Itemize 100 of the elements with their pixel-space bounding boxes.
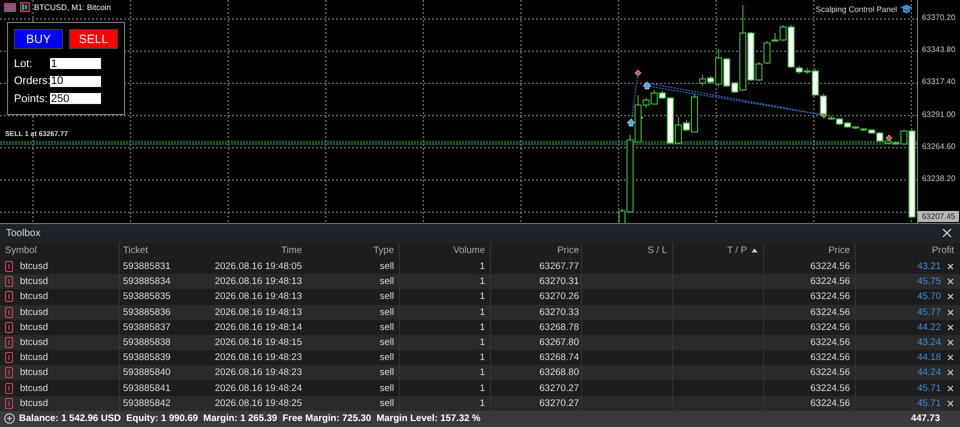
field-label: Lot:: [14, 58, 34, 70]
table-cell: 1: [480, 291, 485, 302]
buy-button[interactable]: BUY: [14, 29, 63, 49]
column-header[interactable]: Profit: [856, 242, 960, 259]
close-icon[interactable]: [942, 228, 952, 238]
table-cell: 63224.56: [810, 322, 850, 333]
table-cell: 63224.56: [810, 367, 850, 378]
table-cell: 63224.56: [810, 306, 850, 318]
table-row[interactable]: btcusd 593885838 2026.08.16 19:48:15 sell 1 63267.80 63224.56 43.24: [0, 334, 960, 350]
column-header[interactable]: Ticket: [120, 242, 202, 259]
table-cell: sell: [380, 276, 394, 288]
table-cell: 1: [480, 352, 485, 364]
diamond-icon: [634, 70, 642, 76]
panel-title: Scalping Control Panel: [816, 4, 898, 14]
table-cell: sell: [380, 261, 394, 272]
order-icon: [5, 382, 13, 394]
chart-icon[interactable]: [20, 2, 30, 12]
table-row[interactable]: btcusd 593885834 2026.08.16 19:48:13 sell 1 63270.31 63224.56 45.75: [0, 274, 960, 290]
order-icon: [5, 367, 13, 378]
close-icon[interactable]: [947, 384, 954, 392]
input-field[interactable]: 1: [50, 58, 101, 70]
table-cell: 1: [480, 398, 485, 409]
table-cell: 63224.56: [810, 337, 850, 348]
sell-button[interactable]: SELL: [69, 29, 118, 49]
diamond-icon: [886, 134, 892, 142]
table-cell: btcusd: [20, 398, 48, 409]
table-cell: 44.24: [917, 367, 941, 378]
expand-icon[interactable]: [4, 413, 15, 424]
table-cell: 45.71: [917, 398, 941, 409]
column-header[interactable]: Time: [202, 242, 307, 259]
table-cell: btcusd: [20, 337, 48, 348]
table-cell: 593885834: [123, 276, 171, 288]
table-row[interactable]: btcusd 593885839 2026.08.16 19:48:23 sell 1 63268.74 63224.56 44.18: [0, 350, 960, 366]
close-icon[interactable]: [947, 369, 954, 376]
table-cell: 2026.08.16 19:48:24: [214, 382, 302, 394]
table-cell: 593885835: [123, 291, 171, 302]
table-cell: btcusd: [20, 291, 48, 302]
table-cell: 2026.08.16 19:48:13: [214, 291, 302, 302]
table-cell: 593885841: [123, 382, 171, 394]
table-cell: 2026.08.16 19:48:15: [214, 337, 302, 348]
up-arrow-icon: [642, 82, 652, 90]
table-cell: 1: [480, 367, 485, 378]
total-profit: 447.73: [910, 413, 940, 424]
table-cell: 63224.56: [810, 352, 850, 364]
order-icon: [5, 291, 13, 302]
table-cell: btcusd: [20, 306, 48, 318]
graduation-cap-icon: [900, 4, 914, 14]
table-cell: btcusd: [20, 322, 48, 333]
close-icon[interactable]: [947, 308, 954, 316]
close-icon[interactable]: [947, 324, 954, 331]
table-cell: 1: [480, 337, 485, 348]
table-row[interactable]: btcusd 593885837 2026.08.16 19:48:14 sell 1 63268.78 63224.56 44.22: [0, 320, 960, 335]
table-cell: 2026.08.16 19:48:13: [214, 306, 302, 318]
chart-title: BTCUSD, M1: Bitcoin: [34, 2, 111, 12]
order-icon: [5, 352, 13, 364]
price-label: 63370.20: [922, 13, 956, 22]
close-icon[interactable]: [947, 263, 954, 270]
close-icon[interactable]: [947, 339, 954, 346]
table-cell: sell: [380, 352, 394, 364]
table-cell: sell: [380, 306, 394, 318]
table-cell: btcusd: [20, 382, 48, 394]
table-row[interactable]: btcusd 593885840 2026.08.16 19:48:23 sell 1 63268.80 63224.56 44.24: [0, 365, 960, 380]
table-cell: sell: [380, 337, 394, 348]
input-field[interactable]: 250: [50, 93, 101, 104]
close-icon[interactable]: [947, 293, 954, 300]
price-label: 63264.60: [922, 142, 956, 151]
table-cell: 63268.74: [539, 352, 579, 364]
table-row[interactable]: btcusd 593885842 2026.08.16 19:48:25 sell 1 63270.27 63224.56 45.71: [0, 396, 960, 411]
table-cell: 2026.08.16 19:48:23: [214, 352, 302, 364]
table-row[interactable]: btcusd 593885836 2026.08.16 19:48:13 sell 1 63270.33 63224.56 45.77: [0, 304, 960, 320]
price-label: 63317.40: [922, 77, 956, 86]
table-cell: 63224.56: [810, 291, 850, 302]
table-cell: btcusd: [20, 276, 48, 288]
table-cell: 63224.56: [810, 261, 850, 272]
table-cell: 44.22: [917, 322, 941, 333]
close-icon[interactable]: [947, 400, 954, 407]
table-cell: 45.70: [917, 291, 941, 302]
input-field[interactable]: 10: [50, 76, 101, 87]
table-cell: 63224.56: [810, 398, 850, 409]
table-cell: 1: [480, 322, 485, 333]
table-cell: 2026.08.16 19:48:25: [214, 398, 302, 409]
table-cell: 63270.26: [539, 291, 579, 302]
table-cell: 63224.56: [810, 382, 850, 394]
grid-icon[interactable]: [4, 2, 16, 12]
close-icon[interactable]: [947, 354, 954, 362]
table-cell: 593885836: [123, 306, 171, 318]
close-icon[interactable]: [947, 278, 954, 286]
table-cell: btcusd: [20, 367, 48, 378]
table-cell: btcusd: [20, 352, 48, 364]
table-cell: 593885842: [123, 398, 171, 409]
table-cell: 2026.08.16 19:48:23: [214, 367, 302, 378]
order-icon: [5, 398, 13, 409]
table-cell: 1: [480, 261, 485, 272]
order-icon: [5, 306, 13, 318]
table-cell: sell: [380, 382, 394, 394]
order-icon: [5, 322, 13, 333]
account-summary: Balance: 1 542.96 USD Equity: 1 990.69 Margin: 1 265.39 Free Margin: 725.30 Margin Level: 157.32 %: [19, 413, 480, 424]
table-cell: 63268.80: [539, 367, 579, 378]
table-cell: 593885837: [123, 322, 171, 333]
current-price-tag: 63207.45: [918, 211, 960, 222]
